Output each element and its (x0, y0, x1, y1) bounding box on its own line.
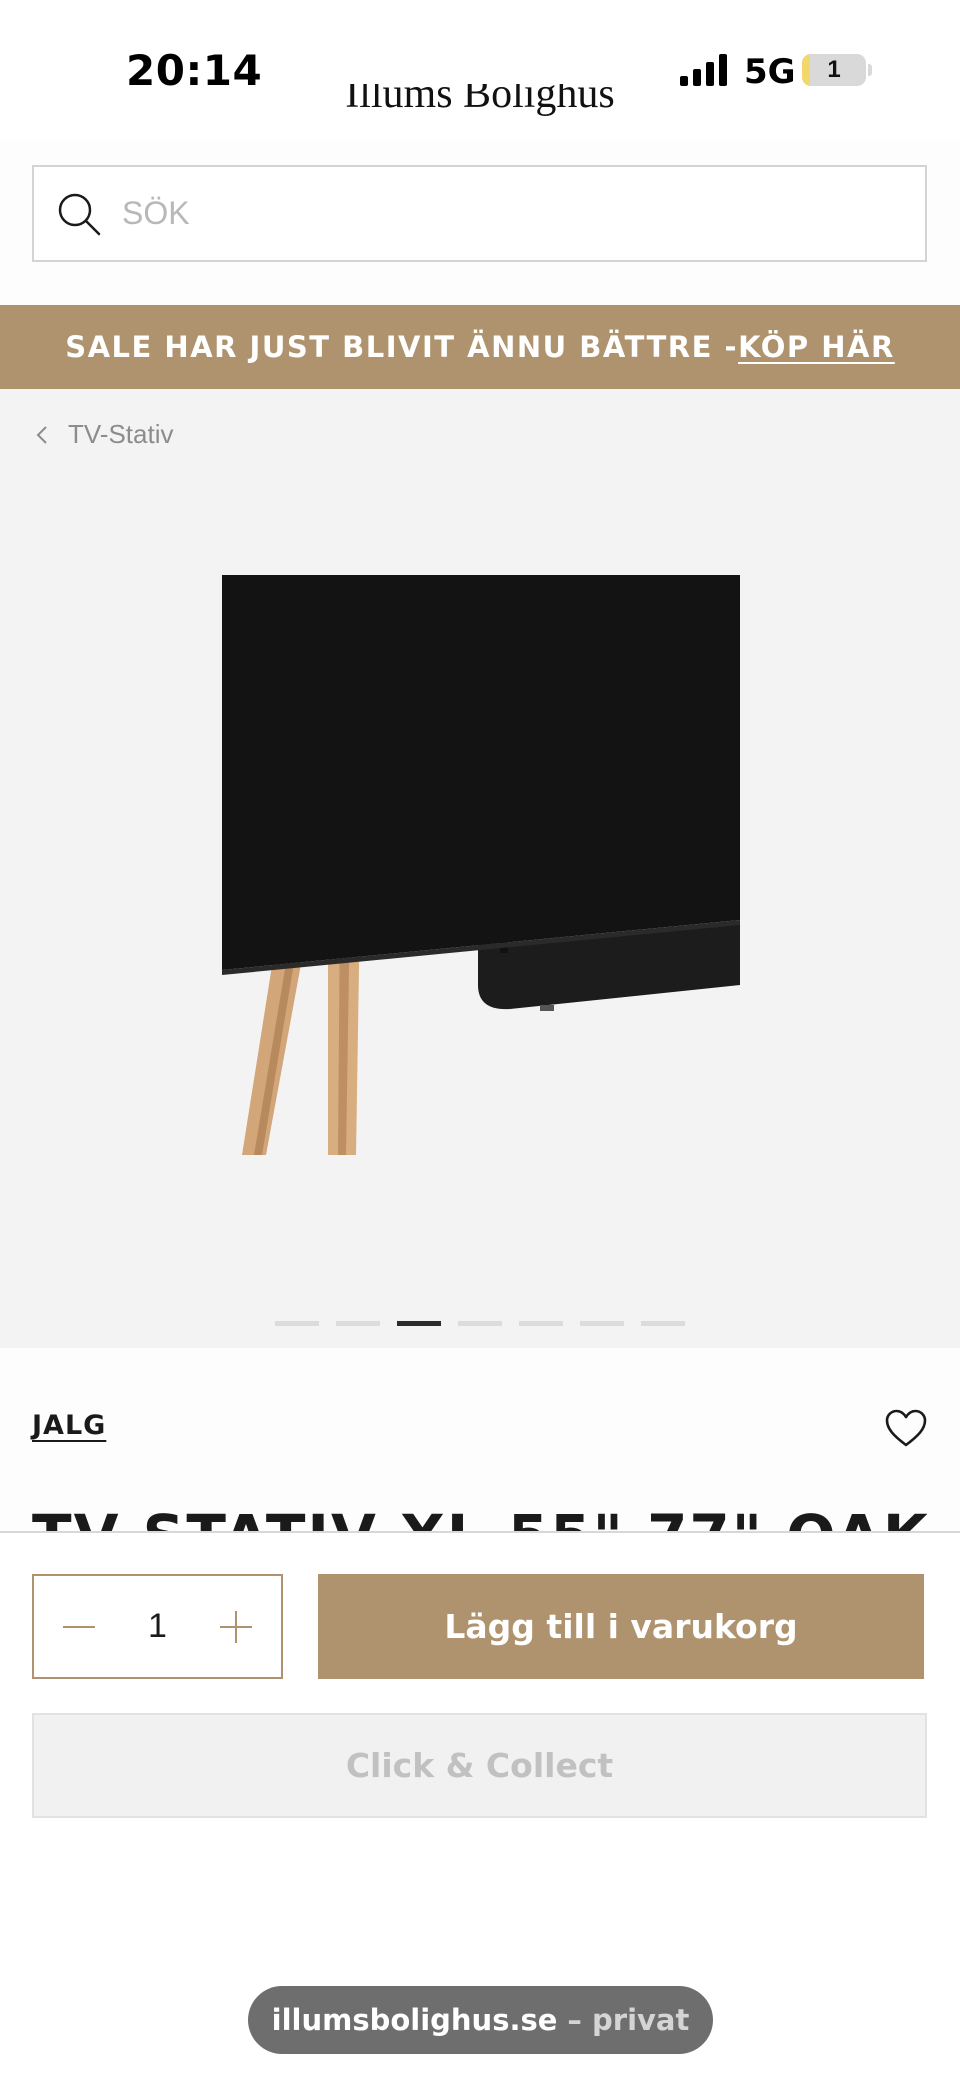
quantity-decrease-button[interactable] (34, 1576, 124, 1677)
browser-url-pill[interactable]: illumsbolighus.se – privat (248, 1986, 713, 2054)
carousel-dot[interactable] (641, 1321, 685, 1326)
carousel-dot[interactable] (275, 1321, 319, 1326)
plus-icon (220, 1610, 252, 1643)
search-input[interactable] (122, 167, 902, 260)
product-gallery[interactable]: TV-Stativ (0, 389, 960, 1348)
product-title-area: TV STATIV XL 55" 77" OAK (0, 1490, 960, 1531)
signal-icon (680, 54, 727, 86)
promo-link[interactable]: KÖP HÄR (738, 330, 895, 364)
promo-text: SALE HAR JUST BLIVIT ÄNNU BÄTTRE - (65, 330, 739, 364)
carousel-dot[interactable] (336, 1321, 380, 1326)
quantity-stepper: 1 (32, 1574, 283, 1679)
url-privacy-mode: – privat (567, 2003, 690, 2037)
breadcrumb-label: TV-Stativ (68, 419, 174, 449)
carousel-dot[interactable] (458, 1321, 502, 1326)
search-bar (32, 165, 927, 262)
search-icon[interactable] (56, 191, 102, 237)
brand-link[interactable]: JALG (32, 1410, 106, 1441)
site-logo[interactable]: Illums Bolighus (0, 84, 960, 128)
product-image[interactable] (210, 575, 750, 1155)
add-to-cart-button[interactable]: Lägg till i varukorg (318, 1574, 924, 1679)
breadcrumb[interactable]: TV-Stativ (32, 419, 173, 450)
site-logo-text: Illums Bolighus (345, 84, 615, 117)
battery-percent: 1 (827, 56, 841, 83)
chevron-left-icon (36, 425, 47, 444)
product-title: TV STATIV XL 55" 77" OAK (32, 1502, 930, 1531)
battery-cap (868, 64, 872, 76)
url-domain: illumsbolighus.se (271, 2003, 558, 2037)
battery-icon: 1 (802, 54, 866, 86)
carousel-dot-active[interactable] (397, 1321, 441, 1326)
quantity-increase-button[interactable] (191, 1576, 281, 1677)
carousel-dot[interactable] (580, 1321, 624, 1326)
minus-icon (63, 1625, 95, 1628)
promo-banner: SALE HAR JUST BLIVIT ÄNNU BÄTTRE - KÖP H… (0, 305, 960, 389)
carousel-indicators (0, 1321, 960, 1326)
carousel-dot[interactable] (519, 1321, 563, 1326)
battery-level (802, 54, 810, 86)
click-collect-button: Click & Collect (32, 1713, 927, 1818)
heart-icon[interactable] (884, 1408, 928, 1448)
quantity-value[interactable]: 1 (114, 1576, 201, 1677)
